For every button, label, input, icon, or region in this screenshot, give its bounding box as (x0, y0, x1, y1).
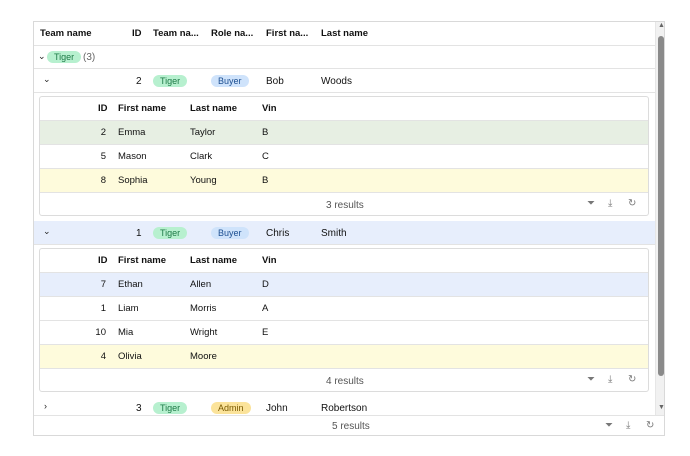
role-pill: Buyer (211, 227, 249, 239)
detail-row[interactable]: 5 Mason Clark C (40, 145, 648, 169)
chevron-right-icon[interactable]: › (44, 401, 47, 411)
detail-id: 4 (100, 351, 106, 362)
grid-footer: 5 results ⏷ ⤓ ↻ (34, 415, 664, 435)
row-last-name: Robertson (321, 403, 368, 414)
scrollbar-thumb[interactable] (658, 36, 664, 376)
detail-id: 2 (100, 127, 106, 138)
detail-id: 10 (95, 327, 106, 338)
chevron-down-icon[interactable]: ⌄ (43, 74, 51, 85)
column-header-team-name[interactable]: Team name (40, 28, 130, 39)
team-pill: Tiger (153, 227, 188, 239)
detail-results-count: 3 results (326, 200, 364, 211)
detail-column-last-name[interactable]: Last name (190, 103, 237, 114)
detail-row[interactable]: 7 Ethan Allen D (40, 273, 648, 297)
row-id: 2 (136, 76, 142, 87)
detail-vin: B (262, 175, 269, 186)
reset-icon[interactable]: ↻ (646, 420, 654, 431)
group-pill: Tiger (47, 51, 82, 63)
row-last-name: Woods (321, 76, 352, 87)
role-pill: Buyer (211, 75, 249, 87)
column-header-last-name[interactable]: Last name (321, 28, 381, 39)
detail-table: ID First name Last name Vin 7 Ethan Alle… (39, 248, 649, 392)
detail-id: 5 (100, 151, 106, 162)
detail-vin: C (262, 151, 269, 162)
detail-column-first-name[interactable]: First name (118, 255, 166, 266)
detail-table: ID First name Last name Vin 2 Emma Taylo… (39, 96, 649, 216)
detail-last-name: Clark (190, 151, 213, 162)
detail-column-vin[interactable]: Vin (262, 255, 277, 266)
team-pill: Tiger (153, 75, 188, 87)
detail-id: 7 (100, 279, 106, 290)
table-row[interactable]: ⌄ 1 Tiger Buyer Chris Smith (34, 221, 655, 245)
grid-header: Team name ID Team na... Role na... First… (34, 22, 655, 46)
detail-row[interactable]: 10 Mia Wright E (40, 321, 648, 345)
download-icon[interactable]: ⤓ (626, 420, 630, 431)
group-count: (3) (83, 52, 96, 63)
row-first-name: Bob (266, 76, 284, 87)
scroll-up-icon[interactable]: ▲ (658, 22, 664, 29)
detail-last-name: Allen (190, 279, 212, 290)
detail-vin: B (262, 127, 269, 138)
detail-first-name: Ethan (118, 279, 143, 290)
detail-column-vin[interactable]: Vin (262, 103, 277, 114)
detail-first-name: Emma (118, 127, 146, 138)
team-pill: Tiger (153, 402, 188, 414)
detail-row[interactable]: 2 Emma Taylor B (40, 121, 648, 145)
detail-vin: E (262, 327, 269, 338)
table-row[interactable]: › 3 Tiger Admin John Robertson (34, 396, 655, 416)
detail-last-name: Young (190, 175, 217, 186)
row-last-name: Smith (321, 228, 347, 239)
detail-first-name: Sophia (118, 175, 148, 186)
column-header-team-name-2[interactable]: Team na... (153, 28, 201, 39)
row-first-name: John (266, 403, 288, 414)
download-icon[interactable]: ⤓ (608, 198, 612, 209)
detail-column-id[interactable]: ID (98, 255, 108, 266)
reset-icon[interactable]: ↻ (628, 198, 636, 209)
detail-vin: D (262, 279, 269, 290)
detail-id: 1 (100, 303, 106, 314)
detail-results-count: 4 results (326, 376, 364, 387)
results-count: 5 results (332, 421, 370, 432)
column-header-id[interactable]: ID (132, 28, 144, 39)
row-id: 1 (136, 228, 142, 239)
detail-last-name: Taylor (190, 127, 216, 138)
row-id: 3 (136, 403, 142, 414)
detail-column-first-name[interactable]: First name (118, 103, 166, 114)
detail-row[interactable]: 4 Olivia Moore (40, 345, 648, 369)
detail-footer: 3 results ⏷ ⤓ ↻ (40, 193, 648, 215)
reset-icon[interactable]: ↻ (628, 374, 636, 385)
column-header-first-name[interactable]: First na... (266, 28, 312, 39)
detail-header: ID First name Last name Vin (40, 249, 648, 273)
detail-vin: A (262, 303, 269, 314)
scroll-down-icon[interactable]: ▼ (658, 404, 664, 411)
detail-first-name: Mason (118, 151, 147, 162)
filter-icon[interactable]: ⏷ (587, 374, 595, 385)
detail-last-name: Morris (190, 303, 217, 314)
data-grid: Team name ID Team na... Role na... First… (33, 21, 665, 436)
detail-first-name: Liam (118, 303, 139, 314)
column-header-role-name[interactable]: Role na... (211, 28, 257, 39)
row-first-name: Chris (266, 228, 290, 239)
detail-last-name: Moore (190, 351, 217, 362)
detail-first-name: Mia (118, 327, 134, 338)
chevron-down-icon[interactable]: ⌄ (43, 226, 51, 237)
role-pill: Admin (211, 402, 251, 414)
filter-icon[interactable]: ⏷ (605, 420, 613, 431)
filter-icon[interactable]: ⏷ (587, 198, 595, 209)
detail-last-name: Wright (190, 327, 218, 338)
detail-column-last-name[interactable]: Last name (190, 255, 237, 266)
table-row[interactable]: ⌄ 2 Tiger Buyer Bob Woods (34, 69, 655, 93)
detail-first-name: Olivia (118, 351, 142, 362)
detail-row[interactable]: 1 Liam Morris A (40, 297, 648, 321)
detail-row[interactable]: 8 Sophia Young B (40, 169, 648, 193)
detail-id: 8 (100, 175, 106, 186)
group-row-tiger[interactable]: ⌄ Tiger (3) (34, 45, 655, 69)
detail-header: ID First name Last name Vin (40, 97, 648, 121)
vertical-scrollbar[interactable]: ▲ ▼ (655, 22, 664, 415)
detail-column-id[interactable]: ID (98, 103, 108, 114)
chevron-down-icon[interactable]: ⌄ (38, 51, 46, 62)
download-icon[interactable]: ⤓ (608, 374, 612, 385)
detail-footer: 4 results ⏷ ⤓ ↻ (40, 369, 648, 391)
